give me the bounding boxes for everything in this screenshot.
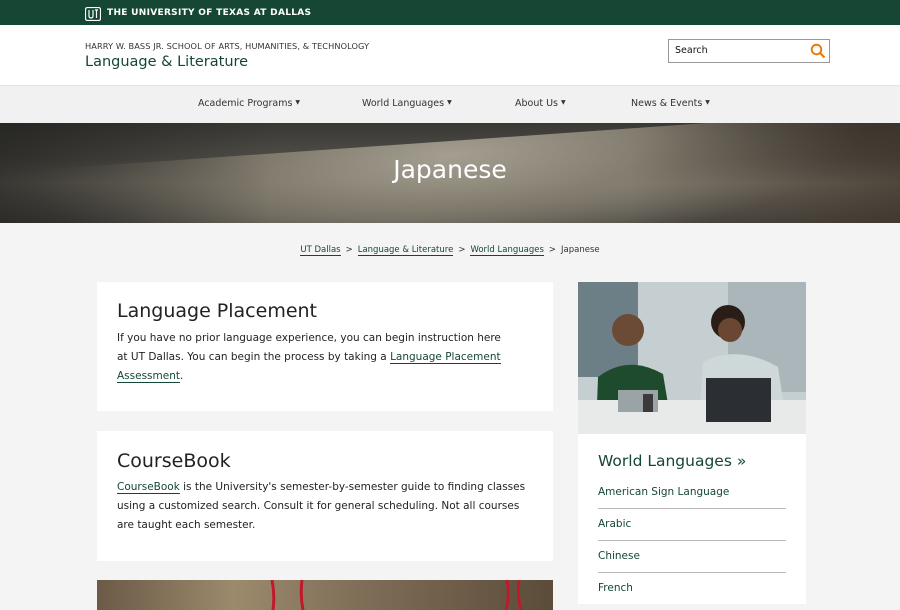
nav-about-us[interactable]: About Us ▼ (515, 98, 566, 109)
placement-heading: Language Placement (117, 300, 318, 322)
coursebook-card: CourseBook CourseBook is the University'… (97, 431, 553, 561)
caret-down-icon: ▼ (295, 99, 301, 106)
nav-news-events[interactable]: News & Events ▼ (631, 98, 710, 109)
breadcrumb-current: Japanese (561, 245, 600, 255)
department-title[interactable]: Language & Literature (85, 54, 248, 70)
breadcrumb-separator: > (458, 245, 466, 255)
search-box (668, 39, 830, 63)
world-languages-heading[interactable]: World Languages » (598, 452, 746, 470)
nav-label: World Languages (362, 98, 445, 109)
language-link-chinese[interactable]: Chinese (598, 550, 786, 573)
breadcrumb-link-utd[interactable]: UT Dallas (300, 245, 341, 256)
university-name[interactable]: THE UNIVERSITY OF TEXAS AT DALLAS (107, 8, 311, 18)
site-header: HARRY W. BASS JR. SCHOOL OF ARTS, HUMANI… (0, 25, 900, 86)
university-bar: THE UNIVERSITY OF TEXAS AT DALLAS (0, 0, 900, 25)
language-link-french[interactable]: French (598, 582, 786, 604)
caret-down-icon: ▼ (561, 99, 566, 106)
breadcrumb-separator: > (345, 245, 353, 255)
world-languages-sidebar: World Languages » American Sign Language… (578, 434, 806, 604)
utd-logo-icon[interactable] (84, 6, 102, 21)
language-placement-card: Language Placement If you have no prior … (97, 282, 553, 411)
nav-label: Academic Programs (198, 98, 293, 109)
search-icon[interactable] (810, 43, 826, 59)
nav-label: News & Events (631, 98, 703, 109)
language-link-arabic[interactable]: Arabic (598, 518, 786, 541)
search-input[interactable] (675, 45, 805, 56)
content-image (97, 580, 553, 610)
breadcrumb-separator: > (548, 245, 557, 255)
placement-text: If you have no prior language experience… (117, 329, 512, 386)
breadcrumb-link-language-literature[interactable]: Language & Literature (357, 245, 454, 256)
coursebook-link[interactable]: CourseBook (117, 481, 180, 494)
caret-down-icon: ▼ (705, 99, 710, 106)
nav-academic-programs[interactable]: Academic Programs ▼ (198, 98, 300, 109)
school-name[interactable]: HARRY W. BASS JR. SCHOOL OF ARTS, HUMANI… (85, 41, 369, 51)
page-title: Japanese (393, 155, 507, 184)
coursebook-heading: CourseBook (117, 450, 231, 472)
nav-world-languages[interactable]: World Languages ▼ (362, 98, 452, 109)
placement-suffix: . (180, 370, 184, 382)
caret-down-icon: ▼ (447, 99, 452, 106)
main-nav: Academic Programs ▼ World Languages ▼ Abou… (0, 86, 900, 123)
hero-banner: Japanese (0, 123, 900, 223)
language-link-asl[interactable]: American Sign Language (598, 486, 786, 509)
breadcrumb-link-world-languages[interactable]: World Languages (470, 245, 544, 256)
coursebook-text: CourseBook is the University's semester-… (117, 478, 537, 535)
students-photo (578, 282, 806, 434)
nav-label: About Us (515, 98, 559, 109)
breadcrumb: UT Dallas > Language & Literature > World La… (0, 245, 900, 256)
